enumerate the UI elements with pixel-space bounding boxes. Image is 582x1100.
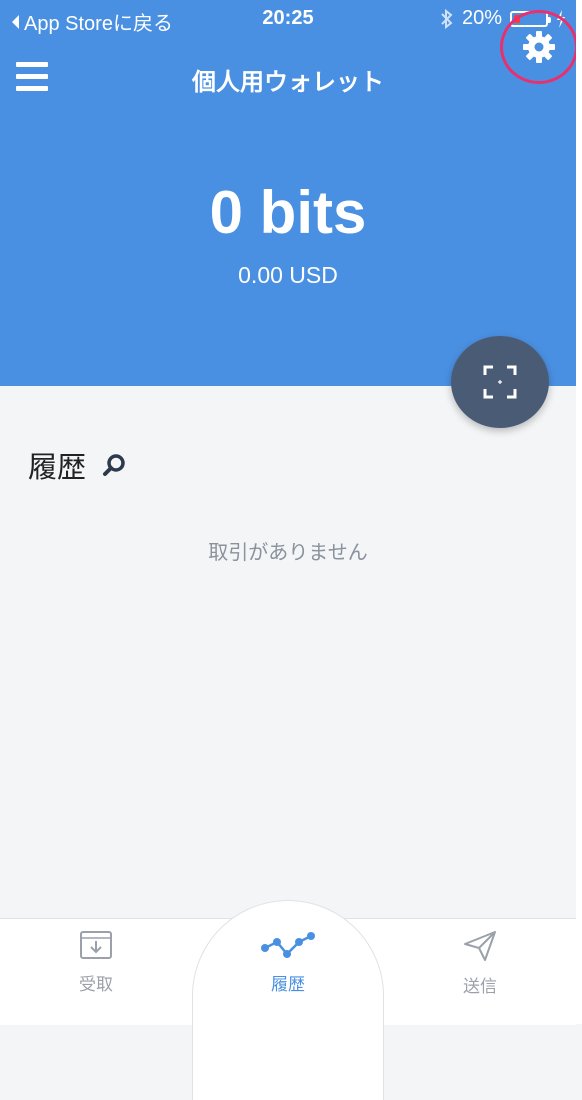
wallet-header: App Storeに戻る 20:25 20% 個人用ウォレット 0 bits 0… — [0, 0, 578, 386]
page-title: 個人用ウォレット — [192, 68, 384, 96]
tab-send[interactable]: 送信 — [420, 930, 540, 997]
tab-history-label: 履歴 — [271, 975, 305, 995]
search-icon — [103, 454, 125, 476]
settings-button[interactable] — [500, 10, 578, 84]
receive-inbox-icon — [80, 931, 112, 959]
right-edge — [576, 0, 582, 1024]
tab-receive-label: 受取 — [79, 975, 113, 995]
qr-scan-icon — [483, 365, 517, 399]
nav-bar: 個人用ウォレット — [0, 40, 576, 120]
scan-qr-button[interactable] — [451, 336, 549, 428]
tab-history[interactable]: 履歴 — [228, 930, 348, 995]
gear-icon — [523, 31, 555, 63]
tab-send-label: 送信 — [463, 977, 497, 997]
search-button[interactable] — [102, 453, 126, 477]
status-bar: App Storeに戻る 20:25 20% — [0, 0, 576, 38]
tab-receive[interactable]: 受取 — [36, 930, 156, 995]
balance-fiat: 0.00 USD — [238, 262, 338, 288]
history-chart-icon — [261, 932, 315, 958]
send-paper-plane-icon — [464, 931, 496, 961]
empty-history-message: 取引がありません — [208, 540, 368, 564]
history-heading: 履歴 — [28, 450, 87, 484]
bluetooth-icon — [441, 8, 453, 29]
battery-percent: 20% — [461, 7, 502, 29]
balance-amount: 0 bits — [209, 179, 367, 246]
